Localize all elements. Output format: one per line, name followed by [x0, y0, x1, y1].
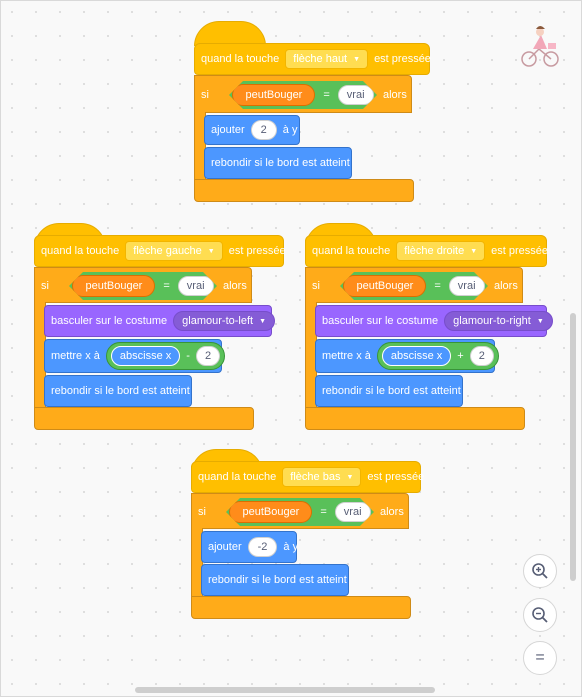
zoom-in-icon	[532, 563, 548, 579]
costume-label: basculer sur le costume	[322, 315, 439, 327]
costume-dropdown[interactable]: glamour-to-right ▼	[444, 311, 553, 331]
set-x-block[interactable]: mettre x à abscisse x + 2	[315, 339, 499, 373]
key-label: flèche droite	[404, 245, 465, 257]
hat-suffix: est pressée	[228, 245, 286, 257]
value-input[interactable]: vrai	[449, 276, 485, 296]
hat-label: quand la touche	[198, 471, 277, 483]
hat-label: quand la touche	[41, 245, 120, 257]
zoom-in-button[interactable]	[523, 554, 557, 588]
equals-operator[interactable]: peutBouger = vrai	[69, 272, 217, 300]
when-key-pressed-down-hat[interactable]: quand la touche flèche bas ▼ est pressée	[191, 461, 425, 493]
hat-suffix: est pressée	[374, 53, 431, 65]
bounce-block[interactable]: rebondir si le bord est atteint	[44, 375, 192, 407]
costume-label: basculer sur le costume	[51, 315, 168, 327]
equals-sign: =	[320, 506, 327, 518]
x-position-reporter[interactable]: abscisse x	[110, 346, 181, 366]
hat-suffix: est pressée	[367, 471, 425, 483]
if-label: si	[201, 89, 209, 101]
equals-operator[interactable]: peutBouger = vrai	[340, 272, 488, 300]
operator-sign: +	[457, 350, 464, 362]
change-value-input[interactable]: 2	[250, 120, 277, 140]
zoom-out-icon	[532, 607, 548, 623]
hat-label: quand la touche	[201, 53, 280, 65]
bounce-block[interactable]: rebondir si le bord est atteint	[315, 375, 463, 407]
set-x-block[interactable]: mettre x à abscisse x - 2	[44, 339, 226, 373]
equals-operator[interactable]: peutBouger = vrai	[226, 498, 374, 526]
variable-peutBouger[interactable]: peutBouger	[343, 275, 426, 297]
subtract-operator[interactable]: abscisse x - 2	[105, 342, 226, 370]
when-key-pressed-up-hat[interactable]: quand la touche flèche haut ▼ est pressée	[194, 43, 431, 75]
variable-peutBouger[interactable]: peutBouger	[229, 501, 312, 523]
key-label: flèche haut	[293, 53, 348, 65]
chevron-down-icon: ▼	[470, 247, 478, 255]
value-input[interactable]: vrai	[338, 85, 374, 105]
chevron-down-icon: ▼	[259, 317, 267, 325]
zoom-reset-button[interactable]: =	[523, 641, 557, 675]
operator-sign: -	[186, 350, 190, 362]
then-label: alors	[223, 280, 247, 292]
add-operator[interactable]: abscisse x + 2	[376, 342, 499, 370]
value-input[interactable]: vrai	[335, 502, 371, 522]
change-y-block[interactable]: ajouter -2 à y	[201, 531, 299, 563]
change-y-block[interactable]: ajouter 2 à y	[204, 115, 300, 145]
operand-input[interactable]: 2	[469, 346, 494, 366]
costume-value: glamour-to-left	[182, 315, 254, 327]
equals-operator[interactable]: peutBouger = vrai	[229, 81, 377, 109]
key-dropdown[interactable]: flèche gauche ▼	[125, 241, 223, 261]
change-suffix: à y	[283, 541, 299, 553]
key-dropdown[interactable]: flèche bas ▼	[282, 467, 362, 487]
equals-sign: =	[163, 280, 170, 292]
switch-costume-block[interactable]: basculer sur le costume glamour-to-right…	[315, 305, 553, 337]
value-input[interactable]: vrai	[178, 276, 214, 296]
bounce-label: rebondir si le bord est atteint	[208, 574, 347, 586]
bounce-label: rebondir si le bord est atteint	[51, 385, 190, 397]
if-label: si	[41, 280, 49, 292]
equals-icon: =	[535, 649, 545, 666]
x-position-reporter[interactable]: abscisse x	[381, 346, 452, 366]
bounce-block[interactable]: rebondir si le bord est atteint	[201, 564, 349, 596]
change-value-input[interactable]: -2	[247, 537, 278, 557]
if-bottom	[191, 596, 411, 619]
if-bottom	[194, 179, 414, 202]
equals-sign: =	[323, 89, 330, 101]
operand-input[interactable]: 2	[195, 346, 221, 366]
when-key-pressed-left-hat[interactable]: quand la touche flèche gauche ▼ est press…	[34, 235, 286, 267]
chevron-down-icon: ▼	[346, 473, 354, 481]
change-suffix: à y	[282, 124, 298, 136]
vertical-scrollbar[interactable]	[570, 313, 576, 581]
key-label: flèche gauche	[133, 245, 202, 257]
costume-value: glamour-to-right	[453, 315, 531, 327]
switch-costume-block[interactable]: basculer sur le costume glamour-to-left ▼	[44, 305, 276, 337]
if-label: si	[312, 280, 320, 292]
hat-suffix: est pressée	[491, 245, 549, 257]
if-bottom	[34, 407, 254, 430]
bounce-label: rebondir si le bord est atteint	[322, 385, 461, 397]
costume-dropdown[interactable]: glamour-to-left ▼	[173, 311, 276, 331]
equals-sign: =	[434, 280, 441, 292]
chevron-down-icon: ▼	[353, 55, 361, 63]
then-label: alors	[380, 506, 404, 518]
horizontal-scrollbar[interactable]	[135, 687, 435, 693]
bounce-block[interactable]: rebondir si le bord est atteint	[204, 147, 352, 179]
when-key-pressed-right-hat[interactable]: quand la touche flèche droite ▼ est press…	[305, 235, 549, 267]
key-dropdown[interactable]: flèche haut ▼	[285, 49, 369, 69]
then-label: alors	[383, 89, 407, 101]
chevron-down-icon: ▼	[207, 247, 215, 255]
variable-peutBouger[interactable]: peutBouger	[232, 84, 315, 106]
then-label: alors	[494, 280, 518, 292]
if-bottom	[305, 407, 525, 430]
if-label: si	[198, 506, 206, 518]
hat-label: quand la touche	[312, 245, 391, 257]
bounce-label: rebondir si le bord est atteint	[211, 157, 350, 169]
key-dropdown[interactable]: flèche droite ▼	[396, 241, 486, 261]
set-x-label: mettre x à	[51, 350, 100, 362]
change-label: ajouter	[211, 124, 245, 136]
variable-peutBouger[interactable]: peutBouger	[72, 275, 155, 297]
change-label: ajouter	[208, 541, 242, 553]
set-x-label: mettre x à	[322, 350, 371, 362]
zoom-out-button[interactable]	[523, 598, 557, 632]
key-label: flèche bas	[290, 471, 341, 483]
sprite-thumbnail[interactable]	[519, 23, 561, 69]
chevron-down-icon: ▼	[536, 317, 544, 325]
